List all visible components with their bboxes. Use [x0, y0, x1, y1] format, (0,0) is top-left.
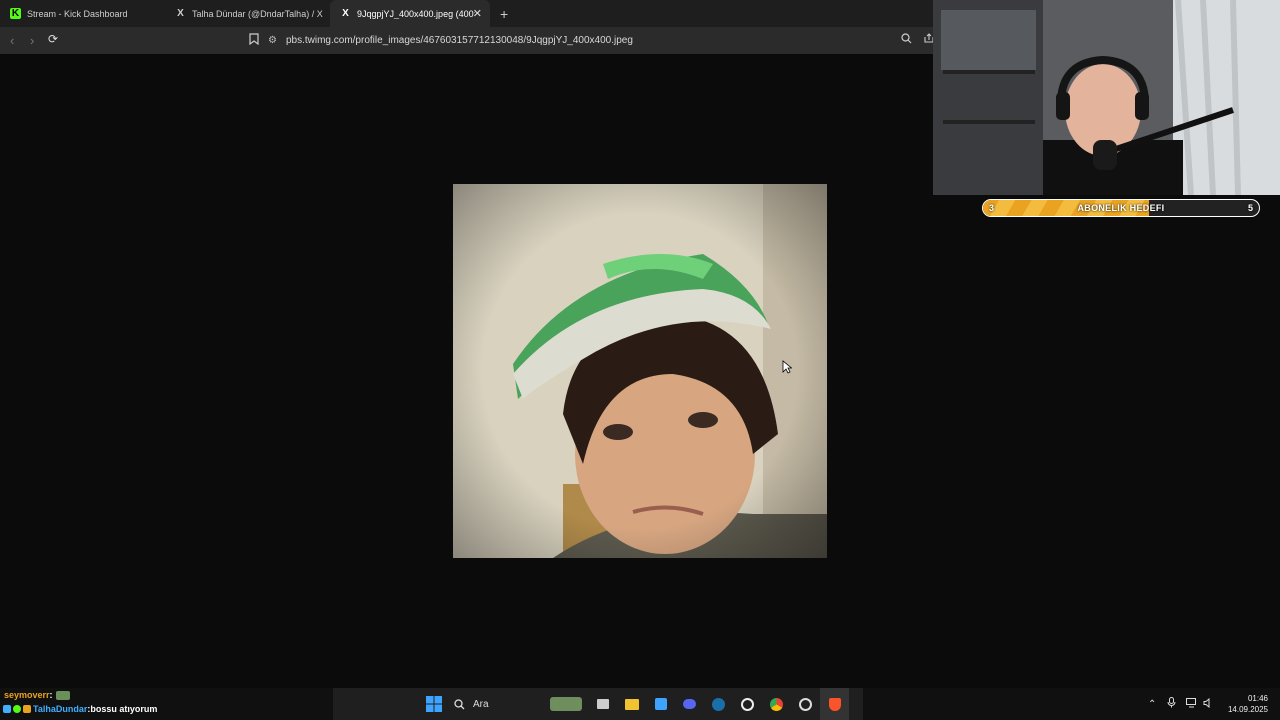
- brave-browser-icon[interactable]: [820, 688, 849, 720]
- clock[interactable]: 01:46 14.09.2025: [1228, 693, 1268, 715]
- discord-icon[interactable]: [675, 688, 704, 720]
- tab-image-jpeg[interactable]: X 9JqgpjYJ_400x400.jpeg (400×40 ✕: [330, 0, 490, 27]
- task-view-icon[interactable]: [588, 688, 617, 720]
- chat-separator: :: [49, 690, 53, 700]
- url-text: pbs.twimg.com/profile_images/46760315771…: [285, 35, 633, 46]
- address-bar[interactable]: ⚙ pbs.twimg.com/profile_images/467603157…: [268, 30, 934, 51]
- zoom-icon[interactable]: [901, 33, 912, 47]
- search-placeholder: Ara: [473, 698, 489, 710]
- goal-target: 5: [1247, 203, 1253, 213]
- webcam-overlay: [933, 0, 1280, 195]
- chat-overlay: seymoverr : TalhaDundar : bossu atıyorum: [0, 688, 330, 716]
- clock-date: 14.09.2025: [1227, 705, 1268, 714]
- tab-kick-dashboard[interactable]: K Stream - Kick Dashboard: [0, 0, 165, 27]
- badge-icon: [3, 705, 11, 713]
- forward-icon[interactable]: ›: [30, 33, 34, 48]
- start-button[interactable]: [419, 688, 448, 720]
- chat-username: seymoverr: [4, 690, 50, 700]
- mouse-cursor-icon: [782, 360, 792, 374]
- taskbar-search[interactable]: Ara: [448, 688, 588, 720]
- chrome-icon[interactable]: [762, 688, 791, 720]
- chat-username: TalhaDundar: [33, 704, 88, 714]
- browser-tab-bar: K Stream - Kick Dashboard X Talha Dündar…: [0, 0, 934, 27]
- plus-icon[interactable]: +: [500, 6, 508, 22]
- subscription-goal-bar: 3 ABONELIK HEDEFI 5: [982, 199, 1260, 217]
- windows-icon: [425, 696, 442, 712]
- tab-label: 9JqgpjYJ_400x400.jpeg (400×40: [357, 8, 475, 19]
- store-icon[interactable]: [646, 688, 675, 720]
- steam-icon[interactable]: [704, 688, 733, 720]
- badge-icon: [13, 705, 21, 713]
- tab-label: Talha Dündar (@DndarTalha) / X: [192, 8, 323, 19]
- network-icon[interactable]: [1186, 697, 1197, 711]
- search-icon: [454, 698, 465, 709]
- site-info-icon[interactable]: ⚙: [268, 35, 277, 46]
- streamer-webcam: [933, 0, 1280, 195]
- kick-icon: K: [10, 8, 21, 19]
- badge-icon: [23, 705, 31, 713]
- viewed-image: [453, 184, 827, 558]
- microphone-icon[interactable]: [1167, 697, 1176, 711]
- chevron-up-icon[interactable]: ⌃: [1148, 699, 1156, 710]
- search-highlight-icon: [550, 697, 582, 711]
- bookmark-icon[interactable]: [249, 33, 259, 48]
- profile-photo: [453, 184, 827, 558]
- clock-time: 01:46: [1247, 694, 1268, 703]
- x-logo-icon: X: [177, 8, 184, 19]
- x-logo-icon: X: [342, 8, 349, 19]
- chat-message: TalhaDundar : bossu atıyorum: [0, 702, 330, 716]
- volume-icon[interactable]: [1203, 697, 1213, 711]
- goal-label: ABONELIK HEDEFI: [1077, 203, 1165, 213]
- emote-icon: [55, 690, 70, 700]
- browser-toolbar: ‹ › ⟳ ⚙ pbs.twimg.com/profile_images/467…: [0, 27, 934, 54]
- system-tray: ⌃ 01:46 14.09.2025: [1144, 688, 1280, 720]
- tab-x-profile[interactable]: X Talha Dündar (@DndarTalha) / X: [165, 0, 330, 27]
- tab-label: Stream - Kick Dashboard: [27, 8, 128, 19]
- chat-text: bossu atıyorum: [90, 704, 158, 714]
- back-icon[interactable]: ‹: [10, 33, 14, 48]
- close-tab-icon[interactable]: ✕: [473, 7, 482, 20]
- whatsapp-icon[interactable]: [733, 688, 762, 720]
- chat-message: seymoverr :: [0, 688, 330, 702]
- reload-icon[interactable]: ⟳: [48, 32, 58, 46]
- file-explorer-icon[interactable]: [617, 688, 646, 720]
- taskbar-apps: Ara: [333, 688, 863, 720]
- obs-icon[interactable]: [791, 688, 820, 720]
